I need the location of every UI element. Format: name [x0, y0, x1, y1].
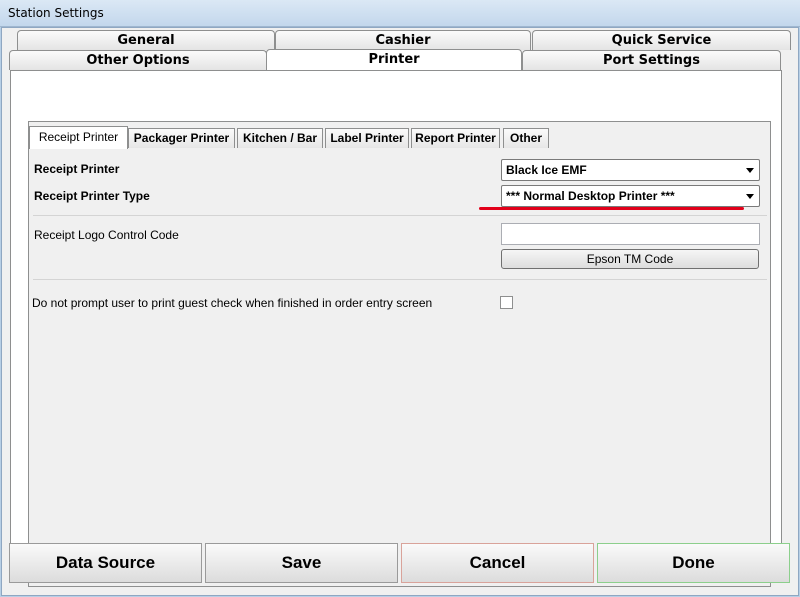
receipt-printer-panel: Receipt Printer Black Ice EMF Receipt Pr…: [28, 121, 771, 587]
divider: [33, 279, 767, 280]
receipt-printer-value: Black Ice EMF: [506, 163, 587, 177]
no-prompt-label: Do not prompt user to print guest check …: [32, 296, 433, 310]
logo-code-input[interactable]: [501, 223, 760, 245]
receipt-printer-type-label: Receipt Printer Type: [34, 189, 150, 203]
subtab-kitchen-bar[interactable]: Kitchen / Bar: [237, 128, 323, 148]
receipt-printer-label: Receipt Printer: [34, 162, 120, 176]
printer-tab-panel: Receipt Printer Black Ice EMF Receipt Pr…: [10, 70, 782, 587]
subtab-receipt-printer[interactable]: Receipt Printer: [29, 126, 128, 149]
receipt-printer-type-value: *** Normal Desktop Printer ***: [506, 189, 675, 203]
subtab-report-printer[interactable]: Report Printer: [411, 128, 500, 148]
tab-quick-service[interactable]: Quick Service: [532, 30, 791, 50]
subtab-other[interactable]: Other: [503, 128, 549, 148]
cancel-button[interactable]: Cancel: [401, 543, 594, 583]
title-bar: Station Settings: [0, 0, 800, 27]
no-prompt-checkbox[interactable]: [500, 296, 513, 309]
data-source-button[interactable]: Data Source: [9, 543, 202, 583]
window-client: General Cashier Quick Service Other Opti…: [1, 27, 799, 596]
receipt-printer-select[interactable]: Black Ice EMF: [501, 159, 760, 181]
receipt-printer-type-select[interactable]: *** Normal Desktop Printer ***: [501, 185, 760, 207]
divider: [33, 215, 767, 216]
chevron-down-icon: [746, 168, 754, 173]
chevron-down-icon: [746, 194, 754, 199]
epson-tm-code-button[interactable]: Epson TM Code: [501, 249, 759, 269]
tab-other-options[interactable]: Other Options: [9, 50, 267, 70]
subtab-packager-printer[interactable]: Packager Printer: [128, 128, 235, 148]
subtab-label-printer[interactable]: Label Printer: [325, 128, 409, 148]
tab-cashier[interactable]: Cashier: [275, 30, 531, 50]
tab-printer[interactable]: Printer: [266, 49, 522, 72]
save-button[interactable]: Save: [205, 543, 398, 583]
tab-general[interactable]: General: [17, 30, 275, 50]
logo-code-label: Receipt Logo Control Code: [34, 228, 179, 242]
tab-port-settings[interactable]: Port Settings: [522, 50, 781, 70]
done-button[interactable]: Done: [597, 543, 790, 583]
window-title: Station Settings: [8, 6, 104, 20]
highlight-underline: [479, 207, 744, 210]
